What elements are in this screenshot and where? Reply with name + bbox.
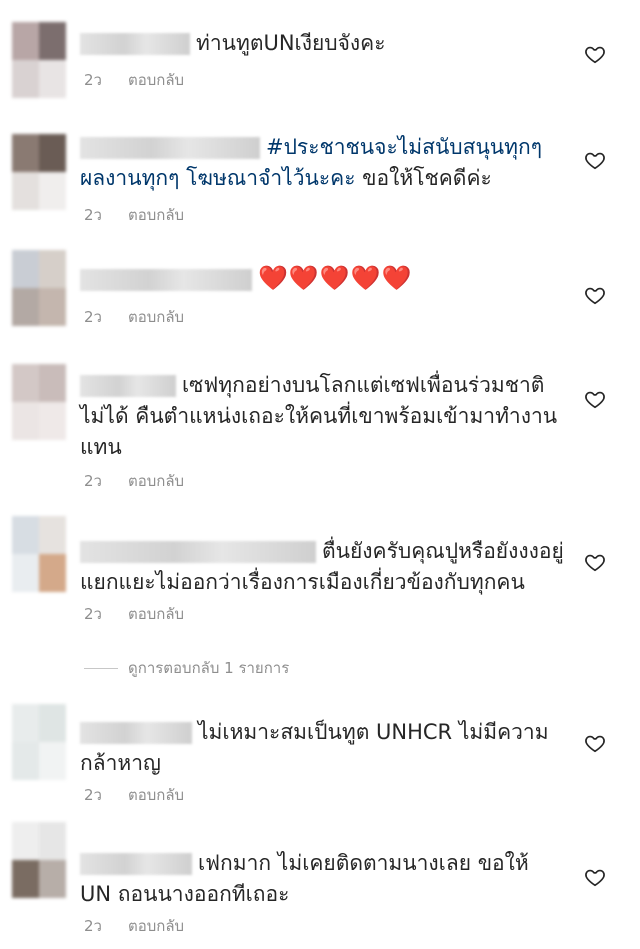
timestamp: 2ว: [84, 786, 102, 804]
heart-emojis: ❤️❤️❤️❤️❤️: [258, 264, 413, 292]
avatar[interactable]: [12, 704, 66, 780]
heart-outline-icon[interactable]: [584, 388, 606, 410]
comment-text: ตื่นยังครับคุณปูหรือยังงงอยู่แยกแยะไม่ออ…: [80, 539, 564, 594]
reply-button[interactable]: ตอบกลับ: [128, 602, 184, 626]
comment-meta: 2ว ตอบกลับ: [84, 203, 184, 227]
reply-button[interactable]: ตอบกลับ: [128, 469, 184, 493]
username-blurred[interactable]: [80, 541, 316, 563]
username-blurred[interactable]: [80, 137, 260, 159]
comment-meta: 2ว ตอบกลับ: [84, 305, 184, 329]
username-blurred[interactable]: [80, 375, 176, 397]
reply-button[interactable]: ตอบกลับ: [128, 783, 184, 807]
comment-meta: 2ว ตอบกลับ: [84, 914, 184, 938]
timestamp: 2ว: [84, 206, 102, 224]
timestamp: 2ว: [84, 605, 102, 623]
comment-text: ไม่เหมาะสมเป็นทูต UNHCR ไม่มีความกล้าหาญ: [80, 720, 549, 775]
comment-text: เฟกมาก ไม่เคยติดตามนางเลย ขอให้ UN ถอนนา…: [80, 851, 529, 906]
heart-outline-icon[interactable]: [584, 149, 606, 171]
username-blurred[interactable]: [80, 269, 252, 291]
avatar[interactable]: [12, 250, 66, 326]
username-blurred[interactable]: [80, 33, 190, 55]
comment-meta: 2ว ตอบกลับ: [84, 783, 184, 807]
avatar[interactable]: [12, 822, 66, 898]
comment-meta: 2ว ตอบกลับ: [84, 469, 184, 493]
reply-button[interactable]: ตอบกลับ: [128, 68, 184, 92]
timestamp: 2ว: [84, 917, 102, 935]
reply-button[interactable]: ตอบกลับ: [128, 914, 184, 938]
reply-button[interactable]: ตอบกลับ: [128, 203, 184, 227]
comment-text: เซฟทุกอย่างบนโลกแต่เซฟเพื่อนร่วมชาติไม่ไ…: [80, 373, 558, 459]
comment-meta: 2ว ตอบกลับ: [84, 602, 184, 626]
comment-text: ท่านทูตUNเงียบจังคะ: [80, 28, 564, 59]
heart-outline-icon[interactable]: [584, 866, 606, 888]
comment-text: #ประชาชนจะไม่สนับสนุนทุกๆผลงานทุกๆ โฆษณา…: [80, 135, 542, 190]
avatar[interactable]: [12, 516, 66, 592]
heart-outline-icon[interactable]: [584, 551, 606, 573]
timestamp: 2ว: [84, 308, 102, 326]
avatar[interactable]: [12, 364, 66, 440]
comment-text: ❤️❤️❤️❤️❤️: [80, 263, 564, 295]
view-replies-button[interactable]: ดูการตอบกลับ 1 รายการ: [84, 656, 289, 680]
comment-meta: 2ว ตอบกลับ: [84, 68, 184, 92]
divider: [84, 667, 118, 669]
avatar[interactable]: [12, 134, 66, 210]
timestamp: 2ว: [84, 472, 102, 490]
timestamp: 2ว: [84, 71, 102, 89]
heart-outline-icon[interactable]: [584, 284, 606, 306]
view-replies-label: ดูการตอบกลับ 1 รายการ: [128, 659, 290, 677]
heart-outline-icon[interactable]: [584, 732, 606, 754]
reply-button[interactable]: ตอบกลับ: [128, 305, 184, 329]
heart-outline-icon[interactable]: [584, 43, 606, 65]
avatar[interactable]: [12, 22, 66, 98]
username-blurred[interactable]: [80, 722, 192, 744]
username-blurred[interactable]: [80, 853, 192, 875]
